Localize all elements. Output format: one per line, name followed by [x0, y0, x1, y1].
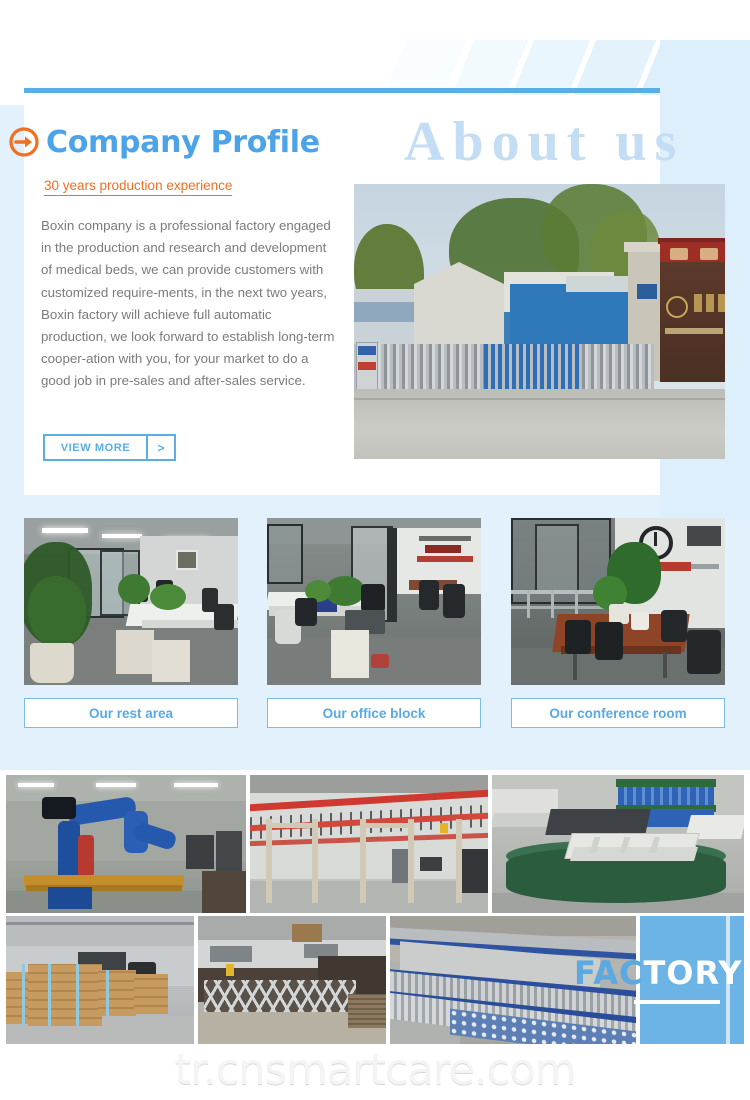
facility-caption-rest-area[interactable]: Our rest area	[24, 698, 238, 728]
factory-label-underline	[634, 1000, 720, 1004]
company-description: Boxin company is a professional factory …	[41, 218, 335, 389]
gallery-photo-rotary-table	[492, 775, 744, 913]
footer-site-watermark: tr.cnsmartcare.com	[174, 1045, 576, 1095]
gallery-photo-welding-robot	[6, 775, 246, 913]
factory-gallery-row-1	[6, 775, 744, 913]
factory-label: FACTORY	[574, 954, 743, 992]
about-us-watermark-title: About us	[404, 111, 685, 173]
facility-caption-conference-room[interactable]: Our conference room	[511, 698, 725, 728]
facility-photo-office-block	[267, 518, 481, 685]
facility-photo-row	[24, 518, 726, 690]
page-root: About us Company Profile 30 years produc…	[0, 0, 750, 1100]
view-more-label: VIEW MORE	[60, 441, 131, 454]
page-title: Company Profile	[46, 125, 320, 160]
facility-photo-rest-area	[24, 518, 238, 685]
facility-photo-conference-room	[511, 518, 725, 685]
circle-arrow-right-icon	[9, 127, 39, 157]
gallery-photo-packaged-cartons	[6, 916, 194, 1044]
view-more-button[interactable]: VIEW MORE >	[43, 434, 176, 461]
gallery-photo-steel-frames	[198, 916, 386, 1044]
factory-label-blue: FAC	[574, 954, 644, 992]
header-divider-rule	[24, 88, 660, 93]
subtitle-experience: 30 years production experience	[44, 178, 233, 196]
facility-caption-office-block[interactable]: Our office block	[267, 698, 481, 728]
factory-label-white: TORY	[643, 954, 743, 992]
gallery-photo-paint-line	[250, 775, 488, 913]
chevron-right-icon: >	[157, 440, 165, 455]
factory-entrance-photo	[354, 184, 725, 459]
